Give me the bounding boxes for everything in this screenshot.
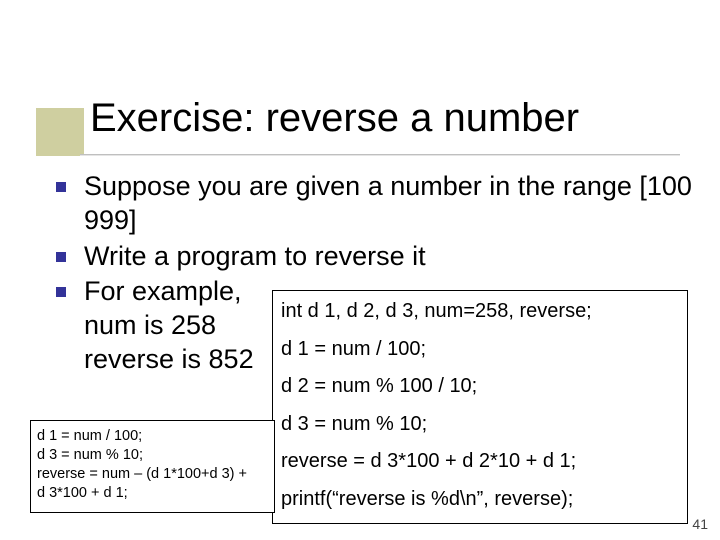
slide: Exercise: reverse a number Suppose you a… (0, 0, 720, 540)
slide-number: 41 (692, 516, 708, 532)
code-line: printf(“reverse is %d\n”, reverse); (281, 485, 679, 515)
bullet-row-2: Write a program to reverse it (56, 240, 700, 274)
code-box-right: int d 1, d 2, d 3, num=258, reverse; d 1… (272, 290, 688, 524)
code-line: d 3 = num % 10; (281, 410, 679, 440)
slide-title: Exercise: reverse a number (90, 96, 690, 140)
code-line: d 3 = num % 10; (37, 446, 268, 465)
code-line: d 1 = num / 100; (281, 335, 679, 365)
title-underline (80, 154, 680, 155)
bullet-text-2: Write a program to reverse it (84, 240, 700, 274)
square-bullet-icon (56, 182, 66, 192)
code-line: int d 1, d 2, d 3, num=258, reverse; (281, 297, 679, 327)
code-line: reverse = num – (d 1*100+d 3) + (37, 465, 268, 484)
code-line: d 1 = num / 100; (37, 427, 268, 446)
code-line: d 3*100 + d 1; (37, 484, 268, 503)
code-line: reverse = d 3*100 + d 2*10 + d 1; (281, 447, 679, 477)
code-box-left: d 1 = num / 100; d 3 = num % 10; reverse… (30, 420, 275, 513)
code-line: d 2 = num % 100 / 10; (281, 372, 679, 402)
square-bullet-icon (56, 252, 66, 262)
bullet-row-1: Suppose you are given a number in the ra… (56, 170, 700, 238)
title-accent-square (36, 108, 84, 156)
bullet-text-1: Suppose you are given a number in the ra… (84, 170, 700, 238)
square-bullet-icon (56, 287, 66, 297)
